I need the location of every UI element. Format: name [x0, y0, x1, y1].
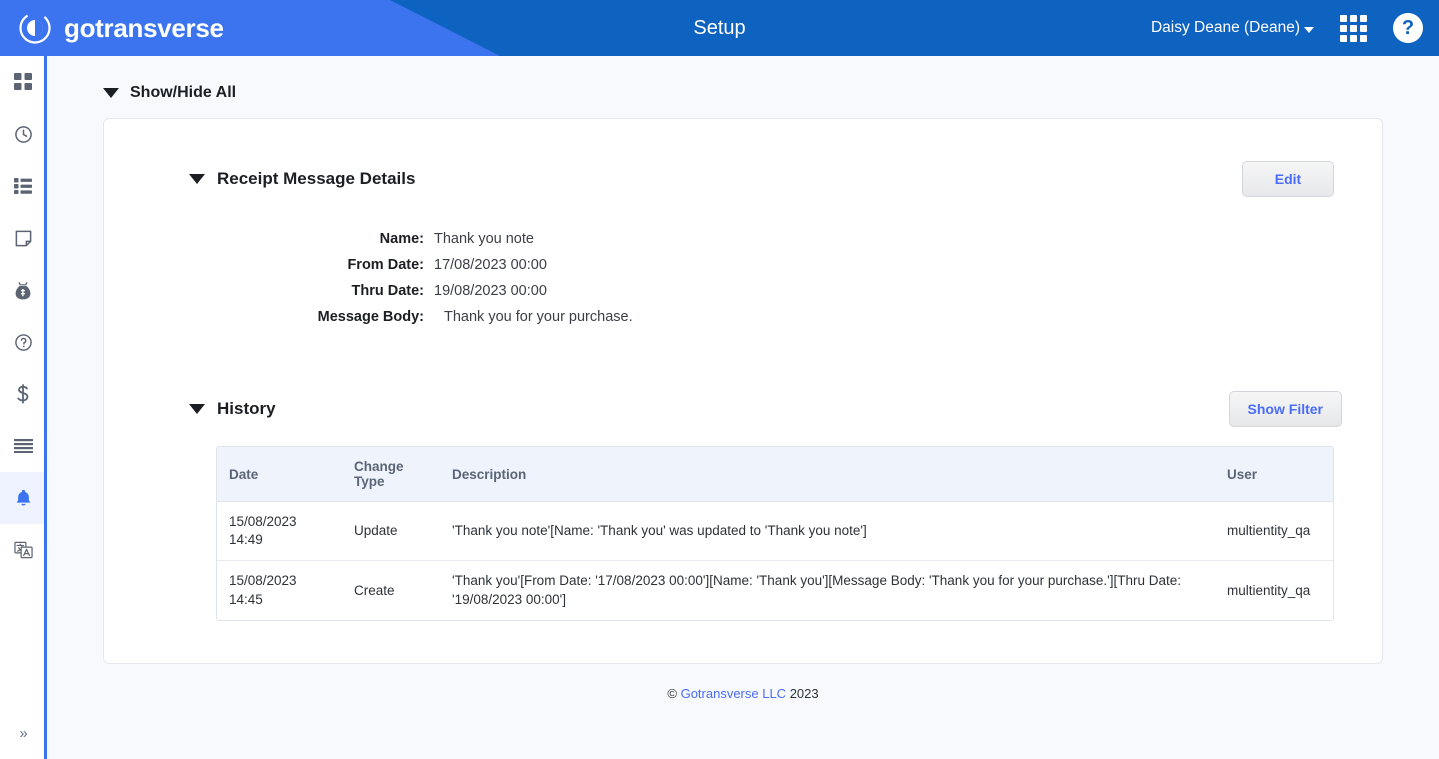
show-hide-all-toggle[interactable]: Show/Hide All: [103, 84, 1383, 102]
sidebar-item-menu[interactable]: [0, 420, 47, 472]
field-row-from-date: From Date: 17/08/2023 00:00: [144, 257, 1342, 273]
translate-icon: [13, 541, 33, 559]
sidebar-item-help[interactable]: [0, 316, 47, 368]
brand-name: gotransverse: [64, 12, 224, 43]
cell-change-type: Update: [342, 501, 440, 562]
show-filter-button[interactable]: Show Filter: [1228, 391, 1342, 427]
history-table: Date Change Type Description User 15/08/…: [217, 447, 1333, 620]
user-menu[interactable]: Daisy Deane (Deane): [1151, 19, 1314, 37]
money-bag-icon: [14, 281, 32, 300]
apps-grid-icon[interactable]: [1340, 14, 1367, 42]
field-row-thru-date: Thru Date: 19/08/2023 00:00: [144, 283, 1342, 299]
history-title: History: [217, 399, 276, 418]
content-card: Receipt Message Details Edit Name: Thank…: [103, 118, 1383, 664]
receipt-details-header: Receipt Message Details Edit: [144, 161, 1342, 197]
sidebar-item-translate[interactable]: [0, 524, 47, 576]
sidebar-item-notifications[interactable]: [0, 472, 47, 524]
gotransverse-logo-icon: [19, 12, 51, 44]
chevron-down-icon: [1304, 26, 1314, 33]
table-row[interactable]: 15/08/2023 14:45 Create 'Thank you'[From…: [217, 561, 1333, 620]
sidebar-item-document[interactable]: [0, 212, 47, 264]
field-label: Name:: [379, 231, 424, 247]
cell-description: 'Thank you'[From Date: '17/08/2023 00:00…: [452, 573, 1181, 607]
show-hide-all-label: Show/Hide All: [130, 84, 237, 101]
sidebar-item-dashboard[interactable]: [0, 56, 47, 108]
footer-year: 2023: [789, 686, 819, 701]
column-header-change-type[interactable]: Change Type: [342, 447, 440, 502]
sidebar-item-recent[interactable]: [0, 108, 47, 160]
table-row[interactable]: 15/08/2023 14:49 Update 'Thank you note'…: [217, 501, 1333, 562]
header-right-controls: Daisy Deane (Deane) ?: [1151, 0, 1423, 56]
column-header-description[interactable]: Description: [440, 447, 1215, 502]
dashboard-grid-icon: [14, 73, 32, 91]
sidebar-item-payments[interactable]: [0, 368, 47, 420]
cell-date: 15/08/2023 14:45: [229, 573, 297, 607]
bell-icon: [14, 488, 33, 508]
receipt-details-fields: Name: Thank you note From Date: 17/08/20…: [144, 231, 1342, 325]
menu-lines-icon: [13, 439, 33, 453]
table-header-row: Date Change Type Description User: [217, 447, 1333, 502]
document-icon: [14, 229, 33, 248]
question-circle-icon: [14, 333, 33, 352]
field-label: Message Body:: [317, 309, 424, 325]
history-table-head: Date Change Type Description User: [217, 447, 1333, 502]
history-table-body: 15/08/2023 14:49 Update 'Thank you note'…: [217, 501, 1333, 620]
field-value: 17/08/2023 00:00: [434, 257, 547, 273]
sidebar-item-billing[interactable]: [0, 264, 47, 316]
copyright-symbol: ©: [667, 686, 677, 701]
app-header: gotransverse Setup Daisy Deane (Deane) ?: [0, 0, 1439, 56]
field-label: From Date:: [347, 257, 424, 273]
edit-button[interactable]: Edit: [1242, 161, 1334, 197]
cell-description: 'Thank you note'[Name: 'Thank you' was u…: [440, 501, 1215, 562]
receipt-details-toggle[interactable]: Receipt Message Details: [144, 169, 415, 189]
sidebar-item-list[interactable]: [0, 160, 47, 212]
field-row-message-body: Message Body: Thank you for your purchas…: [144, 309, 1342, 325]
sidebar-scrollbar[interactable]: [44, 56, 47, 759]
footer: © Gotransverse LLC 2023: [103, 686, 1383, 701]
cell-user: multientity_qa: [1227, 582, 1311, 598]
history-table-wrapper: Date Change Type Description User 15/08/…: [216, 446, 1334, 621]
column-header-user[interactable]: User: [1215, 447, 1333, 502]
clock-icon: [14, 125, 33, 144]
brand[interactable]: gotransverse: [0, 11, 224, 45]
help-circle-icon[interactable]: ?: [1393, 13, 1423, 43]
footer-company-link[interactable]: Gotransverse LLC: [681, 686, 787, 701]
triangle-down-icon: [189, 174, 205, 184]
sidebar: »: [0, 56, 47, 759]
column-header-date[interactable]: Date: [217, 447, 342, 502]
body-wrapper: » Show/Hide All Receipt Message Details …: [0, 56, 1439, 759]
field-value: Thank you for your purchase.: [444, 309, 633, 325]
list-icon: [14, 178, 32, 194]
main-content: Show/Hide All Receipt Message Details Ed…: [47, 56, 1439, 759]
field-value: 19/08/2023 00:00: [434, 283, 547, 299]
triangle-down-icon: [189, 404, 205, 414]
cell-date: 15/08/2023 14:49: [217, 501, 342, 562]
field-value: Thank you note: [434, 231, 534, 247]
cell-user: multientity_qa: [1215, 501, 1333, 562]
triangle-down-icon: [103, 88, 119, 98]
history-toggle[interactable]: History: [144, 399, 276, 419]
sidebar-expand-button[interactable]: »: [0, 715, 47, 751]
receipt-details-title: Receipt Message Details: [217, 169, 416, 188]
field-label: Thru Date:: [351, 283, 425, 299]
field-row-name: Name: Thank you note: [144, 231, 1342, 247]
dollar-sign-icon: [15, 384, 31, 404]
user-name-label: Daisy Deane (Deane): [1150, 19, 1300, 36]
cell-change-type: Create: [354, 582, 395, 598]
history-header: History Show Filter: [144, 391, 1342, 427]
